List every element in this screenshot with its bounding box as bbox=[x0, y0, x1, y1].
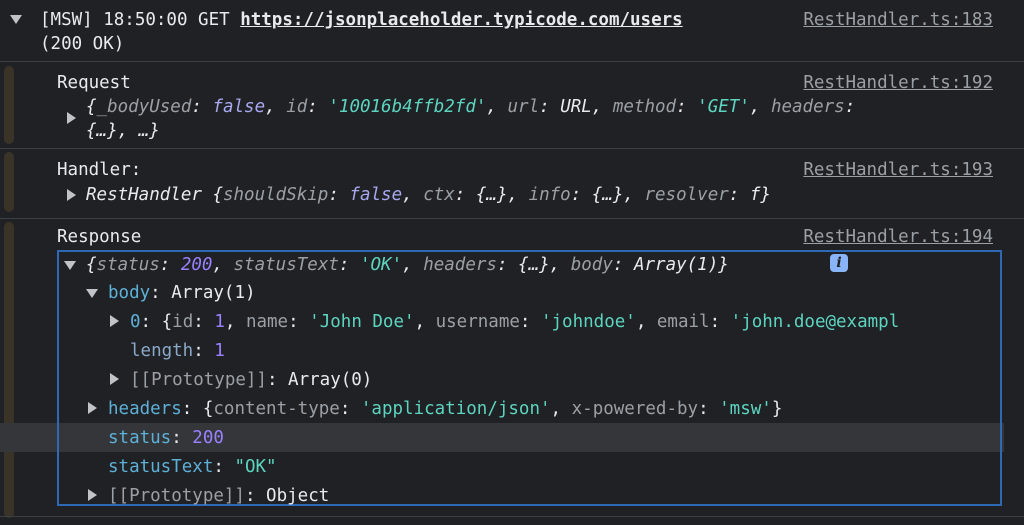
request-object-preview-cont[interactable]: {…}, …} bbox=[86, 118, 160, 144]
request-label: Request bbox=[57, 73, 131, 93]
status-property: status: 200 bbox=[108, 428, 224, 448]
separator bbox=[0, 516, 1024, 517]
expand-item-icon[interactable] bbox=[110, 315, 119, 327]
source-link[interactable]: RestHandler.ts:193 bbox=[803, 157, 993, 183]
request-object-preview[interactable]: {_bodyUsed: false, id: '10016b4ffb2fd', … bbox=[86, 94, 855, 120]
body-property[interactable]: body: Array(1) bbox=[108, 280, 256, 306]
info-icon[interactable]: i bbox=[830, 254, 848, 272]
log-group-header[interactable]: [MSW] 18:50:00 GET https://jsonplacehold… bbox=[40, 7, 683, 33]
handler-label: Handler: bbox=[57, 160, 142, 180]
expand-object-icon[interactable] bbox=[67, 112, 76, 124]
status-text-property: statusText: "OK" bbox=[108, 457, 277, 477]
group-indent-bar bbox=[4, 152, 14, 212]
response-object-summary[interactable]: {status: 200, statusText: 'OK', headers:… bbox=[86, 252, 729, 278]
body-prototype[interactable]: [[Prototype]]: Array(0) bbox=[130, 367, 372, 393]
response-prototype[interactable]: [[Prototype]]: Object bbox=[108, 483, 329, 509]
expand-object-icon[interactable] bbox=[67, 189, 76, 201]
group-indent-bar bbox=[4, 222, 14, 518]
separator bbox=[0, 218, 1024, 219]
body-length-property: length: 1 bbox=[130, 341, 225, 361]
expand-prototype-icon[interactable] bbox=[88, 489, 97, 501]
group-indent-bar bbox=[4, 66, 14, 144]
separator bbox=[0, 61, 1024, 62]
body-item-0[interactable]: 0: {id: 1, name: 'John Doe', username: '… bbox=[130, 309, 1002, 335]
collapse-body-icon[interactable] bbox=[86, 289, 98, 298]
source-link[interactable]: RestHandler.ts:194 bbox=[803, 224, 993, 250]
expand-headers-icon[interactable] bbox=[88, 402, 97, 414]
headers-property[interactable]: headers: {content-type: 'application/jso… bbox=[108, 396, 782, 422]
collapse-group-icon[interactable] bbox=[10, 15, 22, 24]
expand-prototype-icon[interactable] bbox=[110, 373, 119, 385]
source-link[interactable]: RestHandler.ts:183 bbox=[803, 7, 993, 33]
source-link[interactable]: RestHandler.ts:192 bbox=[803, 70, 993, 96]
collapse-object-icon[interactable] bbox=[64, 261, 76, 270]
response-status-text: (200 OK) bbox=[40, 34, 125, 54]
response-label: Response bbox=[57, 227, 142, 247]
request-url-link[interactable]: https://jsonplaceholder.typicode.com/use… bbox=[240, 10, 683, 30]
separator bbox=[0, 148, 1024, 149]
handler-object-preview[interactable]: RestHandler {shouldSkip: false, ctx: {…}… bbox=[86, 182, 771, 208]
